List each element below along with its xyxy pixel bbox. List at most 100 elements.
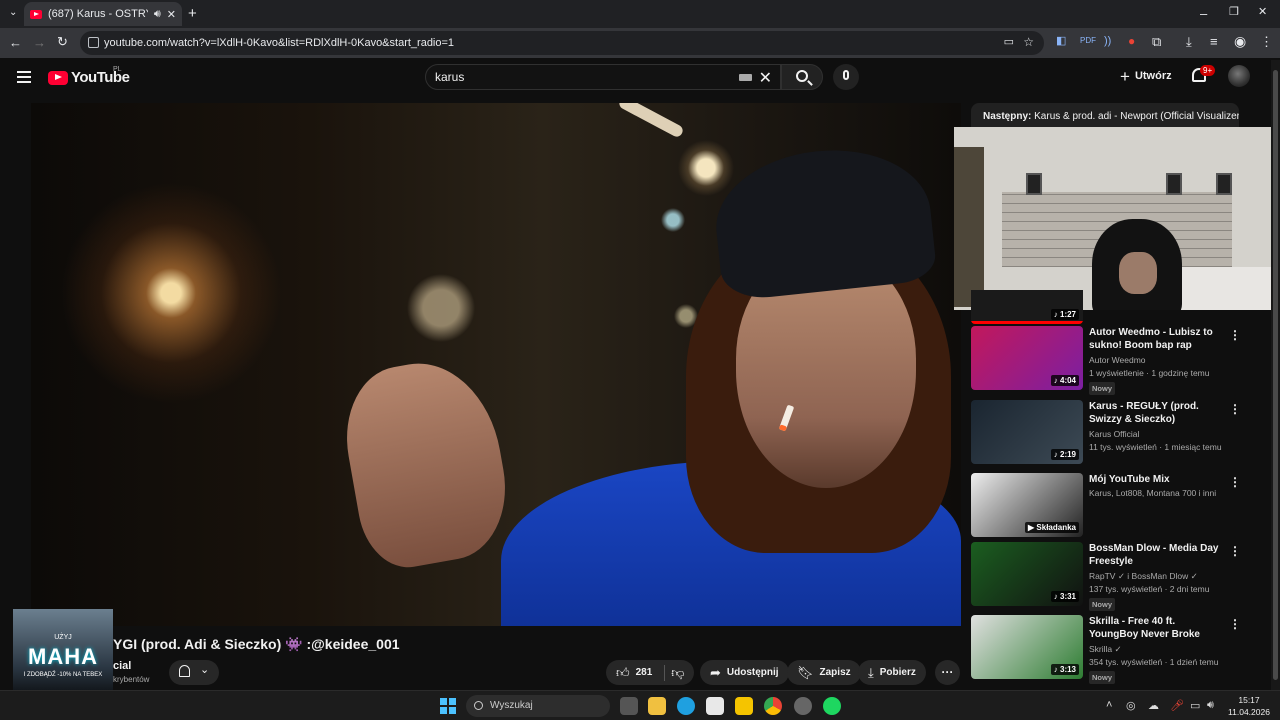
recommendation-channel[interactable]: Skrilla ✓ (1089, 644, 1122, 655)
profile-icon[interactable]: ◉ (1234, 34, 1246, 48)
search-input[interactable]: karus ✕ (425, 64, 781, 90)
cloud-icon[interactable]: ☁ (1148, 699, 1159, 712)
discord-icon[interactable]: ◎ (1126, 699, 1136, 712)
translate-extension-icon[interactable]: ◧ (1056, 36, 1066, 47)
more-actions-button[interactable]: ··· (935, 660, 960, 685)
audio-extension-icon[interactable]: )) (1104, 36, 1111, 47)
more-options-icon[interactable]: ⋮ (1229, 328, 1241, 342)
video-player[interactable] (31, 103, 961, 626)
ad-big-text: MAHA (28, 644, 98, 669)
site-info-icon[interactable] (88, 37, 99, 48)
recommendation-meta: 1 wyświetlenie · 1 godzinę temu (1089, 368, 1210, 378)
record-extension-icon[interactable]: ● (1128, 35, 1135, 47)
recommendation-title[interactable]: Skrilla - Free 40 ft. YoungBoy Never Bro… (1089, 615, 1219, 641)
subscribed-notifications-button[interactable]: ⌄ (169, 660, 219, 685)
tab-close-icon[interactable]: ✕ (167, 8, 176, 21)
audio-playing-icon[interactable]: 🔊︎ (154, 8, 161, 21)
recommendation-title[interactable]: BossMan Dlow - Media Day Freestyle (1089, 542, 1219, 568)
recommendation-channel[interactable]: Autor Weedmo (1089, 355, 1146, 365)
address-bar[interactable]: youtube.com/watch?v=lXdlH-0Kavo&list=RDl… (80, 31, 1044, 55)
share-button[interactable]: ➦ Udostępnij (700, 660, 789, 685)
task-view-icon[interactable] (620, 697, 638, 715)
thumbs-down-icon[interactable]: 👎︎ (671, 665, 684, 681)
wall-picture (1216, 173, 1232, 195)
window-close-icon[interactable]: ✕ (1258, 7, 1267, 18)
taskbar-search[interactable]: Wyszukaj (466, 695, 610, 717)
recommendation-title[interactable]: Karus - REGUŁY (prod. Swizzy & Sieczko) (1089, 400, 1219, 426)
tab-search-icon[interactable]: ⌄ (9, 8, 17, 18)
save-button[interactable]: 🔖︎ Zapisz (787, 660, 861, 685)
recommendation-title[interactable]: Autor Weedmo - Lubisz to sukno! Boom bap… (1089, 326, 1219, 352)
more-options-icon[interactable]: ⋮ (1229, 544, 1241, 558)
youtube-logo[interactable]: YouTube PL (48, 66, 130, 86)
video-thumbnail[interactable]: ♪ 2:19 (971, 400, 1083, 464)
bell-icon (179, 665, 190, 677)
channel-name[interactable]: cial (113, 660, 131, 672)
download-button[interactable]: ⤓ Pobierz (858, 660, 926, 685)
menu-hamburger-icon[interactable] (17, 71, 31, 83)
keyboard-icon[interactable] (739, 74, 752, 81)
pdf-extension-icon[interactable]: PDF (1080, 37, 1096, 45)
tray-overflow-icon[interactable]: ˄ (1106, 699, 1112, 711)
reload-icon[interactable]: ↻ (57, 35, 68, 48)
microphone-tray-icon[interactable]: 🎤︎ (1170, 699, 1184, 712)
more-options-icon[interactable]: ⋮ (1229, 617, 1241, 631)
recommendation-item[interactable]: ♪ 3:13 Skrilla - Free 40 ft. YoungBoy Nev… (971, 615, 1261, 684)
recommendation-item[interactable]: ♪ 2:19 Karus - REGUŁY (prod. Swizzy & Sie… (971, 400, 1261, 468)
browser-tab[interactable]: (687) Karus - OSTRYGI (prod. Adi & Siecz… (24, 2, 182, 26)
screen: ⌄ (687) Karus - OSTRYGI (prod. Adi & Sie… (0, 0, 1280, 720)
downloads-icon[interactable]: ⤓ (1186, 35, 1192, 48)
video-thumbnail[interactable]: ♪ 4:04 (971, 326, 1083, 390)
taskbar-clock[interactable]: 15:17 11.04.2026 (1228, 694, 1270, 718)
browser-toolbar: ← → ↻ youtube.com/watch?v=lXdlH-0Kavo&li… (0, 28, 1280, 58)
more-options-icon[interactable]: ⋮ (1229, 402, 1241, 416)
new-tab-icon[interactable]: + (188, 6, 197, 21)
steam-icon[interactable] (794, 697, 812, 715)
chevron-down-icon: ⌄ (200, 664, 210, 676)
page-scrollbar[interactable] (1271, 60, 1280, 690)
chrome-menu-icon[interactable]: ⋮ (1260, 35, 1273, 48)
recommendation-item[interactable]: ▶ Składanka Mój YouTube Mix Karus, Lot808,… (971, 473, 1261, 541)
chrome-icon[interactable] (764, 697, 782, 715)
like-button[interactable]: 👍︎ 281 👎︎ (606, 660, 695, 685)
search-button[interactable] (781, 64, 823, 90)
volume-icon[interactable]: 🔊︎ (1207, 699, 1214, 712)
reading-list-icon[interactable]: ≡ (1210, 35, 1218, 48)
bookmark-star-icon[interactable]: ☆ (1023, 36, 1034, 48)
more-options-icon[interactable]: ⋮ (1229, 475, 1241, 489)
wall-picture (1166, 173, 1182, 195)
recommendation-channel[interactable]: RapTV ✓ i BossMan Dlow ✓ (1089, 571, 1198, 582)
account-avatar[interactable] (1228, 65, 1250, 87)
back-icon[interactable]: ← (9, 36, 22, 49)
forward-icon[interactable]: → (33, 36, 46, 49)
first-recommendation-partial[interactable]: ♪ 1:27 (971, 290, 1261, 324)
clear-search-icon[interactable]: ✕ (759, 67, 772, 91)
restore-icon[interactable]: ❐ (1229, 7, 1239, 18)
cast-icon[interactable]: ▭ (1004, 37, 1014, 48)
voice-search-button[interactable] (833, 64, 859, 90)
scrollbar-thumb[interactable] (1273, 70, 1278, 680)
recommendation-title[interactable]: Mój YouTube Mix (1089, 473, 1219, 486)
new-badge: Nowy (1089, 671, 1116, 684)
store-icon[interactable] (706, 697, 724, 715)
video-title: YGI (prod. Adi & Sieczko) 👾 :@keidee_001 (113, 636, 400, 652)
recommendation-channel[interactable]: Karus, Lot808, Montana 700 i inni (1089, 488, 1216, 498)
video-thumbnail[interactable]: ♪ 3:13 (971, 615, 1083, 679)
rockstar-launcher-icon[interactable] (735, 697, 753, 715)
recommendation-channel[interactable]: Karus Official (1089, 429, 1139, 439)
network-icon[interactable]: ▭ (1190, 699, 1200, 712)
spotify-icon[interactable] (823, 697, 841, 715)
minimize-icon[interactable]: – (1200, 7, 1207, 20)
video-thumbnail[interactable]: ▶ Składanka (971, 473, 1083, 537)
raised-hand (334, 351, 518, 575)
notification-count-badge: 9+ (1200, 65, 1216, 76)
create-button[interactable]: + Utwórz (1120, 66, 1172, 86)
file-explorer-icon[interactable] (648, 697, 666, 715)
windows-start-icon[interactable] (440, 698, 456, 714)
video-thumbnail[interactable]: ♪ 3:31 (971, 542, 1083, 606)
recommendation-item[interactable]: ♪ 4:04 Autor Weedmo - Lubisz to sukno! Bo… (971, 326, 1261, 395)
extensions-puzzle-icon[interactable]: ⧉ (1152, 35, 1161, 48)
recommendation-item[interactable]: ♪ 3:31 BossMan Dlow - Media Day Freestyle… (971, 542, 1261, 611)
edge-icon[interactable] (677, 697, 695, 715)
sponsor-ad-overlay[interactable]: UŻYJ MAHA I ZDOBĄDŹ -10% NA TEBEX (13, 609, 113, 693)
